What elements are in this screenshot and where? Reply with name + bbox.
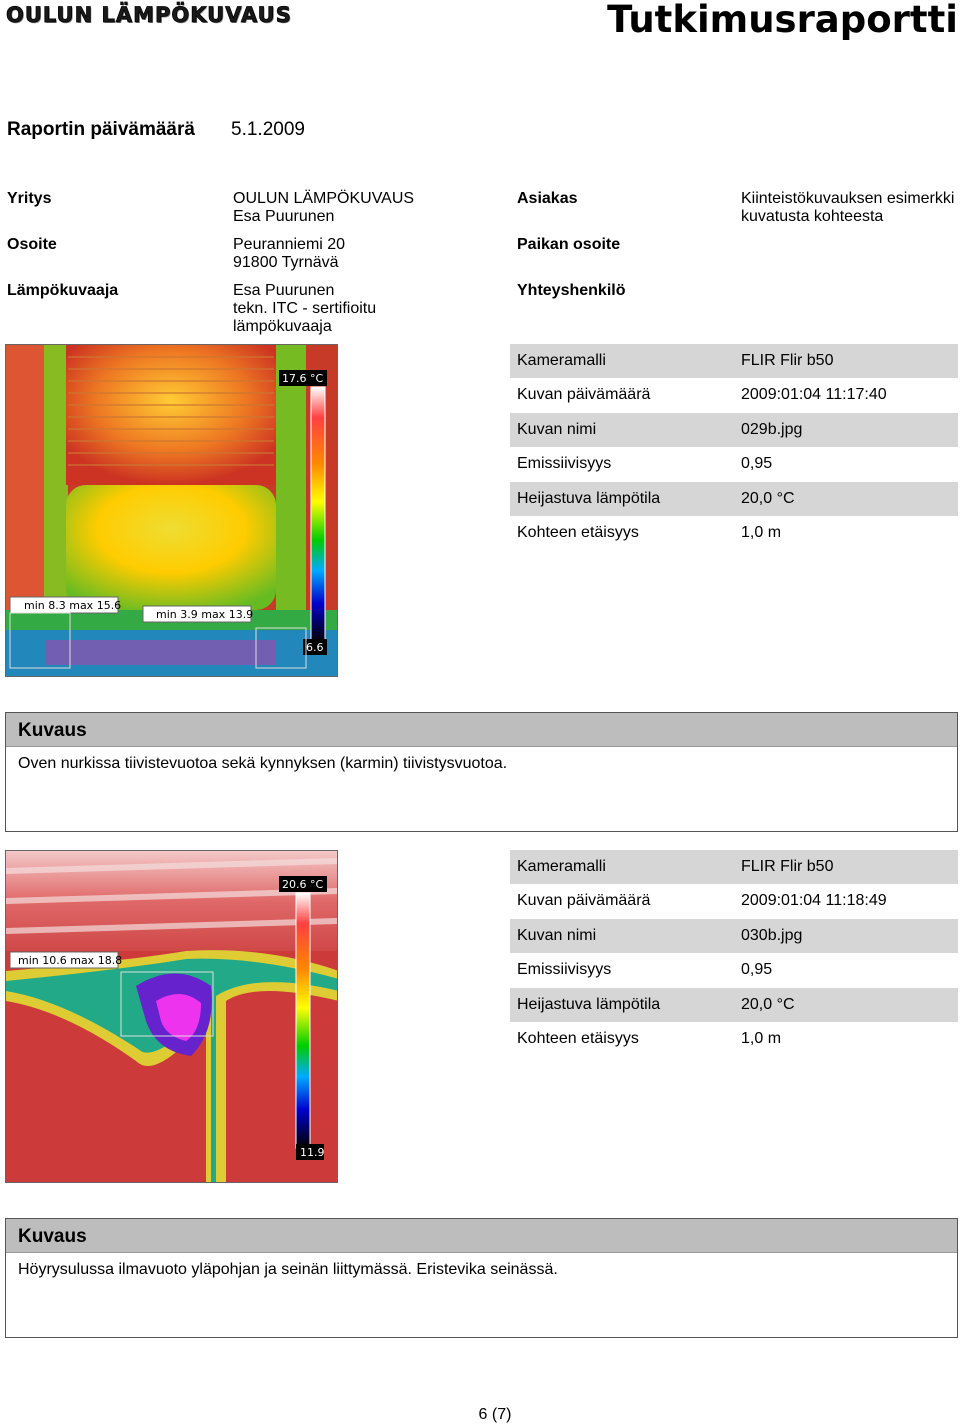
meta-value: 0,95	[741, 961, 773, 978]
meta-value: 030b.jpg	[741, 927, 803, 944]
meta-key: Kameramalli	[517, 858, 606, 875]
site-address-label: Paikan osoite	[517, 236, 621, 253]
meta-key: Emissiivisyys	[517, 455, 612, 472]
meta-key: Kuvan nimi	[517, 421, 597, 438]
address-value: Peuranniemi 20 91800 Tyrnävä	[233, 236, 345, 272]
company-logo: OULUN LÄMPÖKUVAUS	[6, 3, 292, 28]
client-value: Kiinteistökuvauksen esimerkki kuvatusta …	[741, 190, 954, 226]
imager-title: lämpökuvaaja	[233, 318, 332, 335]
thermal-image-1: 17.6 °C 6.6 min 8.3 max 15.6 min 3.9 max…	[5, 344, 338, 677]
meta-key: Kuvan päivämäärä	[517, 386, 651, 403]
page-number: 6 (7)	[478, 1406, 512, 1423]
meta-row: Emissiivisyys 0,95	[510, 447, 958, 481]
meta-row: Kameramalli FLIR Flir b50	[510, 850, 958, 884]
meta-value: 20,0 °C	[741, 490, 795, 507]
meta-row: Kohteen etäisyys 1,0 m	[510, 516, 958, 550]
client-line1: Kiinteistökuvauksen esimerkki	[741, 190, 955, 207]
meta-value: 1,0 m	[741, 524, 782, 541]
report-date-label: Raportin päivämäärä	[7, 119, 195, 140]
meta-row: Kuvan päivämäärä 2009:01:04 11:18:49	[510, 884, 958, 918]
scale-max-1: 17.6 °C	[282, 372, 323, 385]
company-value: OULUN LÄMPÖKUVAUS Esa Puurunen	[233, 190, 414, 226]
meta-key: Kuvan päivämäärä	[517, 892, 651, 909]
meta-row: Kuvan nimi 030b.jpg	[510, 919, 958, 953]
scale-min-1: 6.6	[306, 641, 324, 654]
meta-key: Kohteen etäisyys	[517, 524, 639, 541]
client-line2: kuvatusta kohteesta	[741, 208, 884, 225]
meta-row: Kuvan nimi 029b.jpg	[510, 413, 958, 447]
imager-label: Lämpökuvaaja	[7, 282, 119, 299]
scale-max-2: 20.6 °C	[282, 878, 323, 891]
scale-min-2: 11.9	[300, 1146, 325, 1159]
meta-row: Heijastuva lämpötila 20,0 °C	[510, 988, 958, 1022]
company-person: Esa Puurunen	[233, 208, 335, 225]
meta-key: Heijastuva lämpötila	[517, 996, 661, 1013]
description-box-1: Kuvaus Oven nurkissa tiivistevuotoa sekä…	[5, 712, 958, 832]
address-street: Peuranniemi 20	[233, 236, 346, 253]
meta-value: 2009:01:04 11:18:49	[741, 892, 887, 909]
meta-value: 1,0 m	[741, 1030, 782, 1047]
description-text: Oven nurkissa tiivistevuotoa sekä kynnyk…	[18, 755, 508, 772]
contact-label: Yhteyshenkilö	[517, 282, 626, 299]
thermal-image-2: 20.6 °C 11.9 min 10.6 max 18.8	[5, 850, 338, 1183]
meta-value: 20,0 °C	[741, 996, 795, 1013]
imager-value: Esa Puurunen tekn. ITC - sertifioitu läm…	[233, 282, 376, 336]
meta-value: FLIR Flir b50	[741, 352, 834, 369]
document-title: Tutkimusraportti	[607, 0, 958, 41]
meta-key: Emissiivisyys	[517, 961, 612, 978]
description-title: Kuvaus	[6, 1219, 957, 1253]
meta-row: Kuvan päivämäärä 2009:01:04 11:17:40	[510, 378, 958, 412]
company-name: OULUN LÄMPÖKUVAUS	[233, 190, 415, 207]
imager-cert: tekn. ITC - sertifioitu	[233, 300, 377, 317]
measure-box-1b-label: min 3.9 max 13.9	[156, 608, 253, 621]
thermal-image-1-graphic: 17.6 °C 6.6 min 8.3 max 15.6 min 3.9 max…	[6, 345, 337, 676]
meta-value: FLIR Flir b50	[741, 858, 834, 875]
meta-row: Heijastuva lämpötila 20,0 °C	[510, 482, 958, 516]
description-text: Höyrysulussa ilmavuoto yläpohjan ja sein…	[18, 1261, 558, 1278]
client-label: Asiakas	[517, 190, 578, 207]
meta-row: Kohteen etäisyys 1,0 m	[510, 1022, 958, 1056]
meta-key: Kuvan nimi	[517, 927, 597, 944]
meta-value: 0,95	[741, 455, 773, 472]
measure-box-1a-label: min 8.3 max 15.6	[24, 599, 121, 612]
address-city: 91800 Tyrnävä	[233, 254, 339, 271]
thermal-image-2-graphic: 20.6 °C 11.9 min 10.6 max 18.8	[6, 851, 337, 1182]
meta-key: Heijastuva lämpötila	[517, 490, 661, 507]
company-label: Yritys	[7, 190, 52, 207]
meta-row: Kameramalli FLIR Flir b50	[510, 344, 958, 378]
report-date-value: 5.1.2009	[231, 119, 305, 140]
meta-value: 2009:01:04 11:17:40	[741, 386, 887, 403]
imager-name: Esa Puurunen	[233, 282, 335, 299]
meta-row: Emissiivisyys 0,95	[510, 953, 958, 987]
description-title: Kuvaus	[6, 713, 957, 747]
measure-box-2a-label: min 10.6 max 18.8	[18, 954, 122, 967]
meta-key: Kohteen etäisyys	[517, 1030, 639, 1047]
meta-key: Kameramalli	[517, 352, 606, 369]
meta-value: 029b.jpg	[741, 421, 803, 438]
description-box-2: Kuvaus Höyrysulussa ilmavuoto yläpohjan …	[5, 1218, 958, 1338]
address-label: Osoite	[7, 236, 57, 253]
